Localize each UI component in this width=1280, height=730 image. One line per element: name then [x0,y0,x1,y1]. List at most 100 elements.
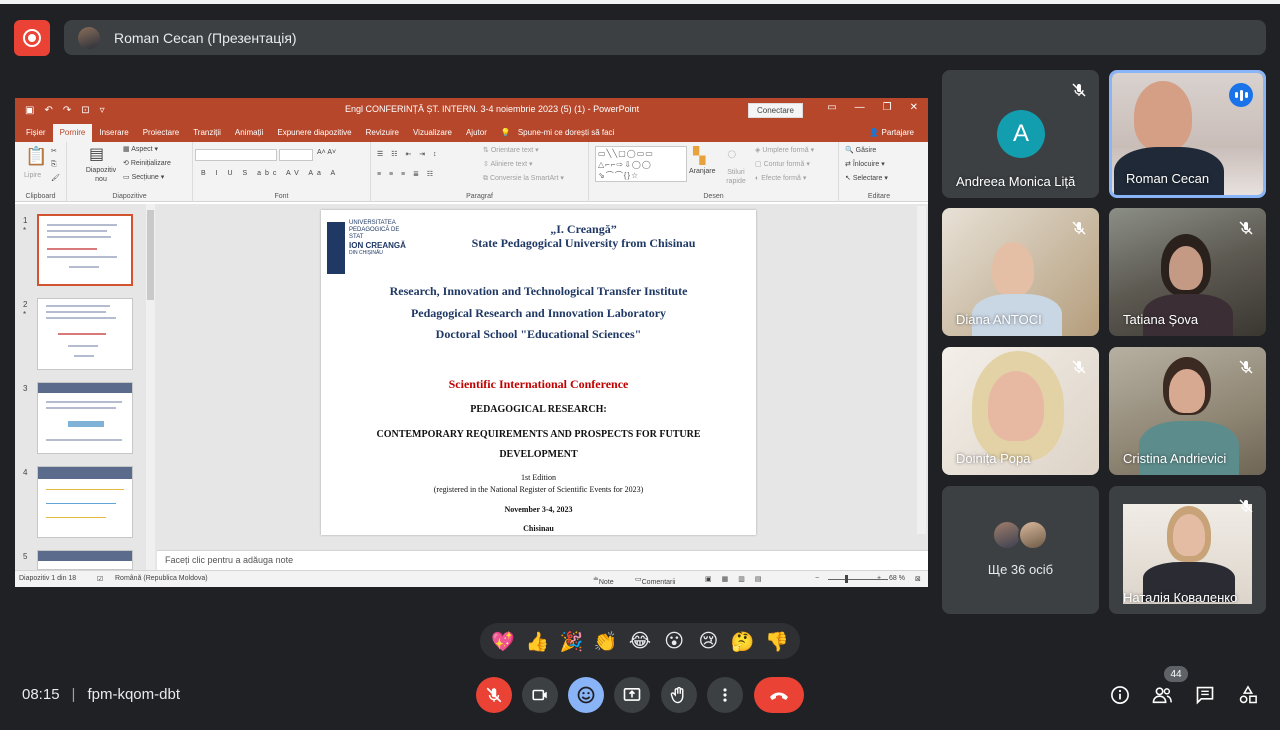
zoom-slider-knob[interactable] [845,575,848,583]
qat-dropdown-icon[interactable]: ▿ [100,105,105,116]
undo-icon[interactable]: ↶ [44,105,52,116]
paste-icon[interactable]: 📋 [25,146,47,167]
select-button[interactable]: ↖ Selectare ▾ [845,174,888,182]
fit-slide-icon[interactable]: ⊠ [915,575,921,583]
slide-thumbnail-4[interactable] [37,466,133,538]
restore-icon[interactable]: ❐ [883,102,892,113]
reaction-thumbs-down[interactable]: 👎 [763,630,791,653]
participant-tile-natalia[interactable]: Наталія Коваленко [1109,486,1266,614]
present-screen-button[interactable] [614,677,650,713]
tab-design[interactable]: Proiectare [136,128,186,142]
font-grow-shrink-icon[interactable]: A˄ A˅ [317,149,336,156]
font-size-combo[interactable] [279,149,313,161]
shape-fill-button[interactable]: ◈ Umplere formă ▾ [755,146,814,154]
tab-help[interactable]: Ajutor [459,128,494,142]
copy-icon[interactable]: ⎘ [51,161,57,169]
save-icon[interactable]: ▣ [25,105,34,116]
new-slide-icon[interactable]: ▤ [89,144,104,164]
ribbon-display-icon[interactable]: ▭ [827,102,836,113]
quick-styles-button[interactable]: Stiluri rapide [723,168,749,186]
participant-tile-roman[interactable]: Roman Cecan [1109,70,1266,198]
raise-hand-button[interactable] [661,677,697,713]
reaction-sad[interactable]: 😢 [694,630,722,652]
microphone-button[interactable] [476,677,512,713]
list-indent-buttons[interactable]: ☰ ☷ ⇤ ⇥ ↕ [377,150,440,158]
tab-insert[interactable]: Inserare [92,128,135,142]
tab-transitions[interactable]: Tranziții [186,128,228,142]
others-tile[interactable]: Ще 36 осіб [942,486,1099,614]
tab-file[interactable]: Fișier [19,128,53,142]
text-direction-button[interactable]: ⇅ Orientare text ▾ [483,146,539,154]
slide-thumbnail-1[interactable] [37,214,133,286]
reaction-surprised[interactable]: 😮 [660,630,688,652]
new-slide-button[interactable]: Diapozitiv nou [81,166,121,184]
format-painter-icon[interactable]: 🖌 [51,174,60,182]
reaction-party[interactable]: 🎉 [558,630,586,653]
reaction-clap[interactable]: 👏 [592,630,620,653]
shapes-gallery[interactable]: ▭╲╲▢◯▭▭ △⌐⌐⇨⇩◯◯ ⇘⌒⌒{}☆ [595,146,687,182]
participant-tile-andreea[interactable]: A Andreea Monica Liță [942,70,1099,198]
slide-thumbnail-3[interactable] [37,382,133,454]
recording-button[interactable] [14,20,50,56]
reaction-laugh[interactable]: 😂 [626,630,654,652]
replace-button[interactable]: ⇄ Înlocuire ▾ [845,160,885,168]
reaction-thinking[interactable]: 🤔 [729,630,757,653]
meeting-details-button[interactable] [1109,684,1131,706]
connect-button[interactable]: Conectare [748,103,803,118]
participant-tile-diana[interactable]: Diana ANTOCI [942,208,1099,336]
comments-toggle[interactable]: ▭ Comentarii [635,575,675,586]
zoom-out-icon[interactable]: − [815,575,819,582]
start-slideshow-icon[interactable]: ⊡ [81,105,89,116]
align-buttons[interactable]: ≡ ≡ ≡ ≣ ☷ [377,170,436,178]
paste-label[interactable]: Lipire [24,172,41,179]
thumbnails-scrollbar[interactable] [146,204,155,570]
slide-thumbnail-5[interactable] [37,550,133,570]
find-button[interactable]: 🔍 Găsire [845,146,876,154]
view-buttons[interactable]: ▣▦▥▤ [705,575,771,583]
font-format-buttons[interactable]: B I U S abc AV Aa A [201,170,339,177]
minimize-icon[interactable]: — [855,102,865,113]
share-button[interactable]: 👤 Partajare [869,128,914,137]
activities-button[interactable] [1237,684,1259,706]
people-button[interactable] [1151,684,1173,706]
participant-tile-tatiana[interactable]: Tatiana Șova [1109,208,1266,336]
layout-button[interactable]: ▦ Aspect ▾ [123,145,158,153]
section-button[interactable]: ▭ Secțiune ▾ [123,173,164,181]
tab-view[interactable]: Vizualizare [406,128,459,142]
tab-review[interactable]: Revizuire [359,128,406,142]
language-status[interactable]: Română (Republica Moldova) [115,575,208,582]
reset-button[interactable]: ⟲ Reinițializare [123,159,171,167]
presenter-bar[interactable]: Roman Cecan (Презентація) [64,20,1266,55]
redo-icon[interactable]: ↷ [63,105,71,116]
align-text-button[interactable]: ⇳ Aliniere text ▾ [483,160,532,168]
spellcheck-icon[interactable]: ☑ [97,575,103,583]
slide-thumbnail-2[interactable] [37,298,133,370]
quick-styles-icon[interactable]: ◌ [727,146,737,164]
tab-home[interactable]: Pornire [52,124,93,142]
leave-call-button[interactable] [754,677,804,713]
camera-button[interactable] [522,677,558,713]
participant-tile-cristina[interactable]: Cristina Andrievici [1109,347,1266,475]
editor-scrollbar[interactable] [917,206,926,534]
tab-animations[interactable]: Animații [228,128,270,142]
zoom-level[interactable]: 68 % [889,575,905,582]
shape-outline-button[interactable]: ▢ Contur formă ▾ [755,160,810,168]
shape-effects-button[interactable]: ◐ Efecte formă ▾ [755,174,806,182]
smartart-button[interactable]: ⧉ Conversie la SmartArt ▾ [483,174,564,183]
arrange-icon[interactable]: ▚ [693,146,705,166]
cut-icon[interactable]: ✂ [51,147,57,155]
zoom-in-icon[interactable]: + [877,575,881,582]
current-slide[interactable]: UNIVERSITATEA PEDAGOGICĂ DE STAT ION CRE… [321,210,756,535]
tab-slideshow[interactable]: Expunere diapozitive [270,128,358,142]
chat-button[interactable] [1194,684,1216,706]
font-name-combo[interactable] [195,149,277,161]
more-options-button[interactable] [707,677,743,713]
close-icon[interactable]: ✕ [910,102,918,113]
reaction-heart[interactable]: 💖 [489,630,517,653]
reactions-button[interactable] [568,677,604,713]
participant-tile-doinita[interactable]: Doinița Popa [942,347,1099,475]
tell-me-search[interactable]: Spune-mi ce dorești să faci [518,128,622,142]
notes-placeholder[interactable]: Faceți clic pentru a adăuga note [157,550,928,570]
reaction-thumbs-up[interactable]: 👍 [523,630,551,653]
arrange-button[interactable]: Aranjare [689,168,715,175]
